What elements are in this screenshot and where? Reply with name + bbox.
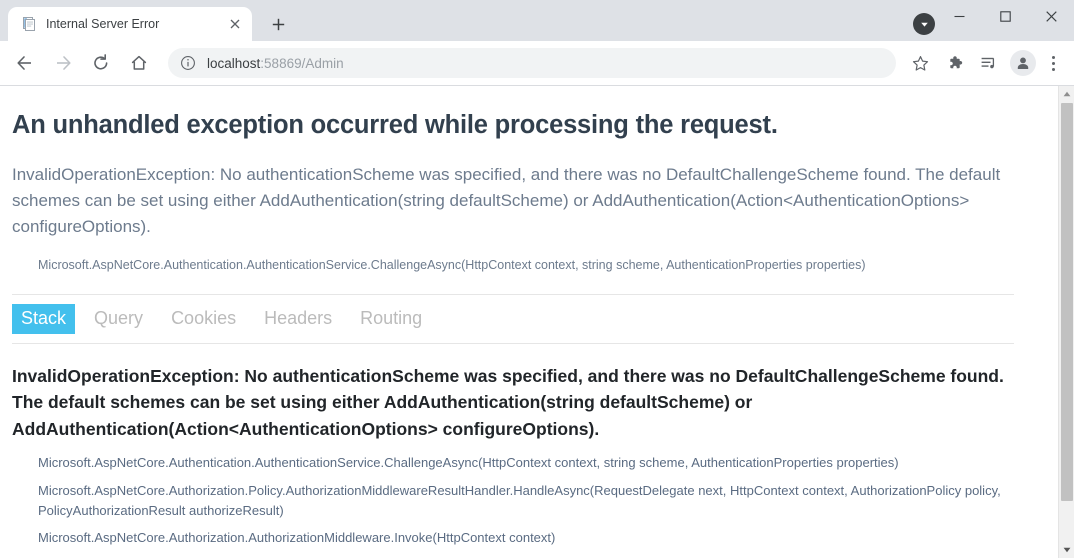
- exception-summary: InvalidOperationException: No authentica…: [12, 164, 1001, 237]
- scrollbar-thumb[interactable]: [1061, 103, 1073, 501]
- url-path: :58869/Admin: [260, 55, 344, 71]
- back-arrow-icon[interactable]: [9, 47, 41, 79]
- error-tab-bar: Stack Query Cookies Headers Routing: [12, 295, 1030, 343]
- page-icon: [20, 16, 36, 32]
- tab-close-icon[interactable]: [226, 15, 244, 33]
- page-title: An unhandled exception occurred while pr…: [12, 111, 778, 139]
- three-dot-menu-icon[interactable]: [1040, 48, 1066, 78]
- browser-window: Internal Server Error localhost:58869/Ad…: [0, 0, 1074, 558]
- home-icon[interactable]: [123, 47, 155, 79]
- page-viewport: An unhandled exception occurred while pr…: [0, 86, 1074, 558]
- forward-arrow-icon[interactable]: [47, 47, 79, 79]
- stack-frame: Microsoft.AspNetCore.Authorization.Polic…: [38, 482, 1001, 518]
- reload-icon[interactable]: [85, 47, 117, 79]
- exception-location: Microsoft.AspNetCore.Authentication.Auth…: [38, 258, 866, 273]
- stack-exception-heading: InvalidOperationException: No authentica…: [12, 365, 1004, 439]
- stack-frame: Microsoft.AspNetCore.Authorization.Autho…: [38, 529, 556, 545]
- browser-tab[interactable]: Internal Server Error: [8, 7, 252, 41]
- star-icon[interactable]: [904, 48, 936, 78]
- tab-routing[interactable]: Routing: [351, 304, 431, 334]
- info-circle-icon[interactable]: [180, 55, 196, 71]
- puzzle-piece-icon[interactable]: [941, 48, 971, 78]
- stack-frame: Microsoft.AspNetCore.Authentication.Auth…: [38, 455, 899, 471]
- stack-frame-list: Microsoft.AspNetCore.Authentication.Auth…: [38, 453, 1030, 558]
- window-controls: [936, 0, 1074, 32]
- url-host: localhost: [207, 55, 261, 71]
- tab-stack[interactable]: Stack: [12, 304, 76, 334]
- address-bar[interactable]: localhost:58869/Admin: [168, 48, 896, 78]
- scrollbar-down-arrow-icon[interactable]: [1059, 542, 1074, 558]
- tab-title: Internal Server Error: [46, 17, 160, 31]
- tab-cookies[interactable]: Cookies: [162, 304, 245, 334]
- url-text: localhost:58869/Admin: [207, 56, 886, 71]
- vertical-scrollbar[interactable]: [1058, 86, 1074, 558]
- minimize-icon[interactable]: [936, 0, 982, 32]
- tab-query[interactable]: Query: [85, 304, 152, 334]
- error-page: An unhandled exception occurred while pr…: [0, 86, 1058, 558]
- close-icon[interactable]: [1028, 0, 1074, 32]
- download-icon[interactable]: [913, 13, 935, 35]
- browser-toolbar: localhost:58869/Admin: [0, 41, 1074, 85]
- browser-titlebar: Internal Server Error: [0, 0, 1074, 41]
- divider-below-tabs: [12, 342, 1014, 344]
- scrollbar-up-arrow-icon[interactable]: [1059, 86, 1074, 102]
- media-control-icon[interactable]: [974, 48, 1004, 78]
- maximize-icon[interactable]: [982, 0, 1028, 32]
- new-tab-button[interactable]: [264, 10, 292, 38]
- tab-headers[interactable]: Headers: [255, 304, 341, 334]
- avatar-icon[interactable]: [1010, 50, 1036, 76]
